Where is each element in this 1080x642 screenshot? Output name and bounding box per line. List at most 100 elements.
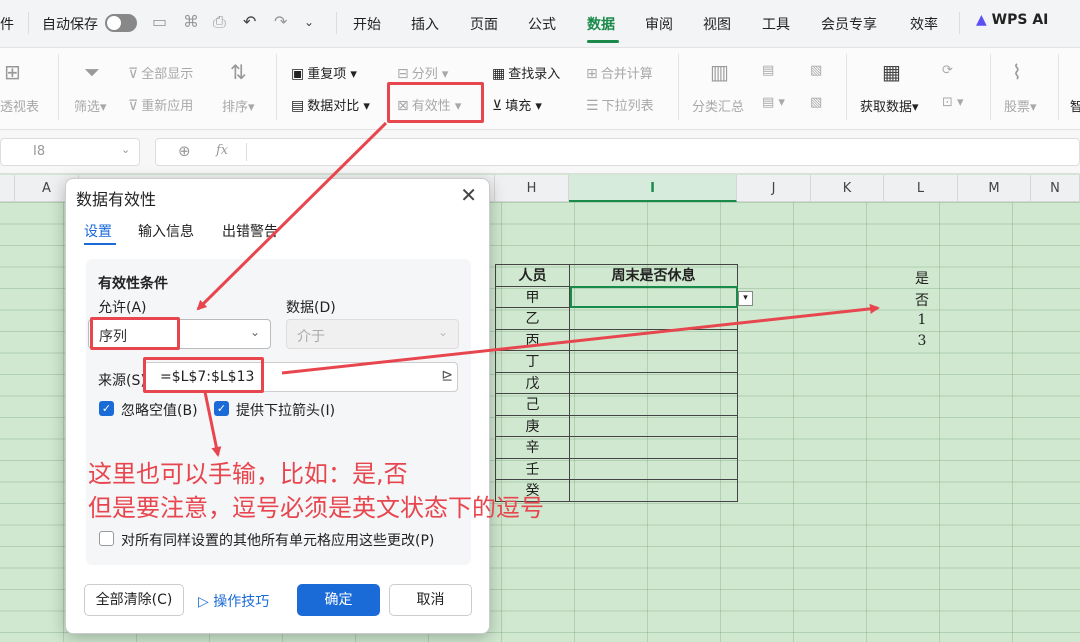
header-weekend-rest[interactable]: 周末是否休息 [569, 264, 738, 287]
col-header-h[interactable]: H [495, 175, 569, 202]
rest-cell[interactable] [569, 350, 738, 373]
undo-icon[interactable]: ↶ [243, 12, 256, 31]
col-header-n[interactable]: N [1031, 175, 1080, 202]
person-cell[interactable]: 甲 [495, 285, 570, 308]
get-data-button[interactable]: 获取数据▾ [860, 96, 919, 115]
pivot-table-icon[interactable]: ⊞ [4, 60, 21, 84]
tab-error-alert[interactable]: 出错警告 [222, 221, 278, 241]
rest-cell[interactable] [569, 457, 738, 480]
person-cell[interactable]: 辛 [495, 436, 570, 459]
chevron-down-icon[interactable]: ⌄ [121, 143, 130, 156]
col-header-k[interactable]: K [811, 175, 884, 202]
print-preview-icon[interactable]: ⎙ [213, 12, 226, 32]
name-box[interactable]: I8 ⌄ [0, 138, 140, 166]
person-cell[interactable]: 壬 [495, 457, 570, 480]
merge-calc-button[interactable]: ⊞ 合并计算 [586, 63, 653, 82]
source-list-item[interactable]: 否 [900, 290, 944, 310]
split-column-button[interactable]: ⊟ 分列 ▾ [397, 63, 448, 82]
tab-home[interactable]: 开始 [353, 14, 381, 34]
tab-member[interactable]: 会员专享 [821, 14, 877, 34]
rest-cell[interactable] [569, 393, 738, 416]
group-icon[interactable]: ▤ [762, 63, 774, 78]
smart-button[interactable]: 智 [1070, 96, 1080, 115]
autosave-toggle[interactable] [105, 14, 137, 32]
refresh-icon[interactable]: ⟳ [942, 63, 953, 78]
file-menu[interactable]: 件 [0, 14, 14, 34]
subtotal-icon[interactable]: ▥ [710, 60, 729, 84]
clear-all-button[interactable]: 全部清除(C) [84, 584, 184, 616]
formula-input[interactable]: ⊕ fx [155, 138, 1080, 166]
get-data-icon[interactable]: ▦ [882, 60, 901, 84]
stock-icon[interactable]: ⌇ [1012, 60, 1022, 84]
selected-cell[interactable] [569, 285, 738, 308]
wps-ai-button[interactable]: ▲ WPS AI [976, 12, 1048, 28]
source-list-item[interactable]: 是 [900, 268, 944, 288]
tips-link[interactable]: ▷ 操作技巧 [198, 591, 269, 611]
find-entry-button[interactable]: ▦ 查找录入 [492, 63, 560, 82]
col-header-m[interactable]: M [958, 175, 1031, 202]
person-cell[interactable]: 庚 [495, 414, 570, 437]
zoom-icon[interactable]: ⊕ [178, 142, 191, 160]
col-header-fragment[interactable] [0, 175, 15, 202]
show-all-button[interactable]: ⊽ 全部显示 [128, 63, 193, 82]
person-cell[interactable]: 乙 [495, 307, 570, 330]
dropdown-arrow-checkbox[interactable]: ✓ [214, 401, 229, 416]
ungroup-icon[interactable]: ▤ ▾ [762, 95, 785, 110]
rest-cell[interactable] [569, 371, 738, 394]
subtotal-button[interactable]: 分类汇总 [692, 96, 744, 115]
data-compare-button[interactable]: ▤ 数据对比 ▾ [291, 95, 370, 114]
data-select[interactable]: 介于 ⌄ [286, 319, 459, 349]
source-list-item[interactable]: 3 [900, 333, 944, 349]
source-list-item[interactable]: 1 [900, 312, 944, 328]
person-cell[interactable]: 己 [495, 393, 570, 416]
tab-review[interactable]: 审阅 [645, 14, 673, 34]
edit-link-icon[interactable]: ⊡ ▾ [942, 95, 964, 110]
tab-data[interactable]: 数据 [587, 14, 615, 34]
cell-dropdown-button[interactable]: ▾ [738, 291, 753, 306]
range-picker-icon[interactable]: ⊵ [441, 368, 453, 384]
tab-insert[interactable]: 插入 [411, 14, 439, 34]
tab-efficiency[interactable]: 效率 [910, 14, 938, 34]
hide-detail-icon[interactable]: ▧ [810, 95, 822, 110]
rest-cell[interactable] [569, 436, 738, 459]
ignore-blank-checkbox[interactable]: ✓ [99, 401, 114, 416]
apply-all-checkbox[interactable] [99, 531, 114, 546]
duplicates-button[interactable]: ▣ 重复项 ▾ [291, 63, 357, 82]
person-cell[interactable]: 戊 [495, 371, 570, 394]
rest-cell[interactable] [569, 307, 738, 330]
filter-button[interactable]: 筛选▾ [74, 96, 107, 115]
tab-input-message[interactable]: 输入信息 [138, 221, 194, 241]
show-detail-icon[interactable]: ▧ [810, 63, 822, 78]
rest-cell[interactable] [569, 328, 738, 351]
col-header-j[interactable]: J [737, 175, 811, 202]
tab-view[interactable]: 视图 [703, 14, 731, 34]
dropdown-list-button[interactable]: ☰ 下拉列表 [586, 95, 654, 114]
col-header-i[interactable]: I [569, 175, 737, 202]
save-icon[interactable]: ▭ [152, 12, 167, 31]
sort-icon[interactable]: ⇅ [230, 60, 247, 84]
filter-icon[interactable]: ⏷ [84, 60, 100, 84]
stock-button[interactable]: 股票▾ [1004, 96, 1037, 115]
cancel-button[interactable]: 取消 [389, 584, 472, 616]
tab-page[interactable]: 页面 [470, 14, 498, 34]
title-bar: 件 自动保存 ▭ ⌘ ⎙ ↶ ↷ ⌄ 开始 插入 页面 公式 数据 审阅 视图 … [0, 0, 1080, 48]
reapply-button[interactable]: ⊽ 重新应用 [128, 95, 193, 114]
col-header-l[interactable]: L [884, 175, 958, 202]
tab-settings[interactable]: 设置 [84, 221, 112, 241]
person-cell[interactable]: 丁 [495, 350, 570, 373]
chevron-down-icon[interactable]: ⌄ [304, 15, 314, 29]
sort-button[interactable]: 排序▾ [222, 96, 255, 115]
rest-cell[interactable] [569, 414, 738, 437]
share-icon[interactable]: ⌘ [183, 12, 199, 31]
tab-formula[interactable]: 公式 [528, 14, 556, 34]
ok-button[interactable]: 确定 [297, 584, 380, 616]
tab-tools[interactable]: 工具 [762, 14, 790, 34]
header-person[interactable]: 人员 [495, 264, 570, 287]
close-icon[interactable]: ✕ [460, 183, 477, 207]
rest-cell[interactable] [569, 479, 738, 502]
person-cell[interactable]: 丙 [495, 328, 570, 351]
fill-button[interactable]: ⊻ 填充 ▾ [492, 95, 542, 114]
redo-icon[interactable]: ↷ [274, 12, 287, 31]
pivot-table-button[interactable]: 透视表 [0, 96, 39, 115]
fx-icon[interactable]: fx [216, 143, 228, 158]
